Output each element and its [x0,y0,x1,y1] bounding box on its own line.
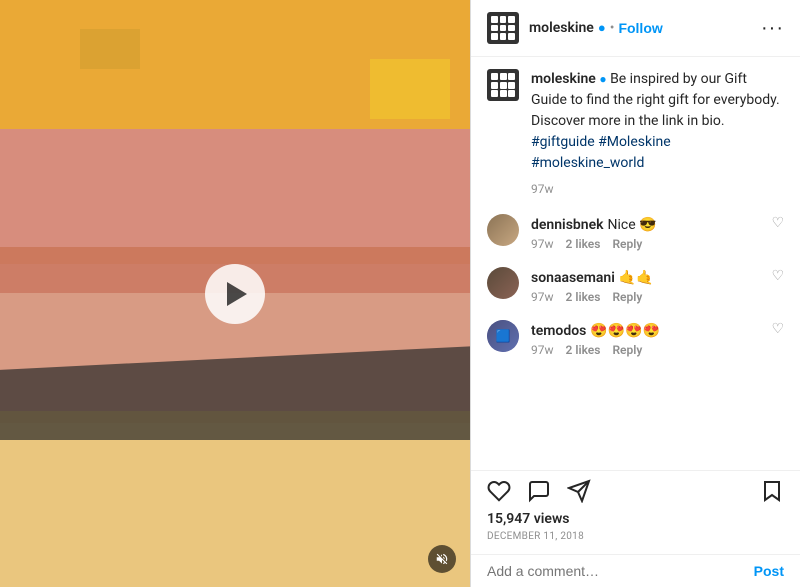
header-username[interactable]: moleskine [529,20,594,36]
comment-like-button[interactable]: ♡ [771,214,784,231]
comment-avatar-sona [487,267,519,299]
post-comment-button[interactable]: Post [754,563,784,579]
caption-hashtags: #giftguide #Moleskine#moleskine_world [531,134,671,171]
views-count: 15,947 views [487,511,784,527]
header-info: moleskine ● • Follow [529,20,761,36]
share-action-button[interactable] [567,479,591,503]
caption-content: moleskine ● Be inspired by our Gift Guid… [531,69,784,198]
comment-text: 🤙🤙 [619,270,654,286]
comment-likes: 2 likes [566,237,601,251]
comment-username[interactable]: temodos [531,323,586,339]
mute-icon [435,552,449,566]
comment-meta: 97w 2 likes Reply [531,290,759,304]
play-button[interactable] [205,264,265,324]
caption-time: 97w [531,180,784,198]
comment-time: 97w [531,343,554,357]
save-action-button[interactable] [760,479,784,503]
comment-icon [527,479,551,503]
comment-reply-button[interactable]: Reply [612,290,642,304]
comment-text: Nice 😎 [607,217,656,233]
comment-content-temodos: temodos 😍😍😍😍 97w 2 likes Reply [531,320,759,357]
comment-meta: 97w 2 likes Reply [531,343,759,357]
comment-likes: 2 likes [566,343,601,357]
comment-avatar-dennis [487,214,519,246]
caption-avatar [487,69,519,101]
play-icon [227,282,247,306]
post-header: moleskine ● • Follow ··· [471,0,800,57]
right-panel: moleskine ● • Follow ··· moleskine ● Be … [470,0,800,587]
comment-input[interactable] [487,563,754,579]
comment-reply-button[interactable]: Reply [612,237,642,251]
header-avatar [487,12,519,44]
like-action-button[interactable] [487,479,511,503]
more-options-button[interactable]: ··· [761,17,784,40]
comment-text: 😍😍😍😍 [590,323,660,339]
follow-button[interactable]: Follow [618,20,662,36]
add-comment-bar: Post [471,554,800,587]
mute-button[interactable] [428,545,456,573]
comment-time: 97w [531,237,554,251]
caption-item: moleskine ● Be inspired by our Gift Guid… [487,69,784,198]
comment-action-button[interactable] [527,479,551,503]
comment-item: dennisbnek Nice 😎 97w 2 likes Reply ♡ [487,214,784,251]
heart-icon [487,479,511,503]
comment-content-sona: sonaasemani 🤙🤙 97w 2 likes Reply [531,267,759,304]
comment-username[interactable]: sonaasemani [531,270,615,286]
video-panel [0,0,470,587]
caption-username[interactable]: moleskine [531,71,596,87]
caption-verified: ● [599,72,606,86]
share-icon [567,479,591,503]
post-date: DECEMBER 11, 2018 [487,531,784,542]
comment-likes: 2 likes [566,290,601,304]
comment-time: 97w [531,290,554,304]
comment-reply-button[interactable]: Reply [612,343,642,357]
comment-item: 🟦 temodos 😍😍😍😍 97w 2 likes Reply ♡ [487,320,784,357]
comment-username[interactable]: dennisbnek [531,217,604,233]
action-icons [487,479,784,503]
comment-avatar-temodos: 🟦 [487,320,519,352]
comment-like-button[interactable]: ♡ [771,267,784,284]
comment-item: sonaasemani 🤙🤙 97w 2 likes Reply ♡ [487,267,784,304]
dot-separator: • [610,20,615,36]
comment-content-dennis: dennisbnek Nice 😎 97w 2 likes Reply [531,214,759,251]
bookmark-icon [760,479,784,503]
actions-bar: 15,947 views DECEMBER 11, 2018 [471,470,800,554]
header-verified-badge: ● [598,20,606,36]
comment-meta: 97w 2 likes Reply [531,237,759,251]
comment-like-button[interactable]: ♡ [771,320,784,337]
comments-area: moleskine ● Be inspired by our Gift Guid… [471,57,800,470]
